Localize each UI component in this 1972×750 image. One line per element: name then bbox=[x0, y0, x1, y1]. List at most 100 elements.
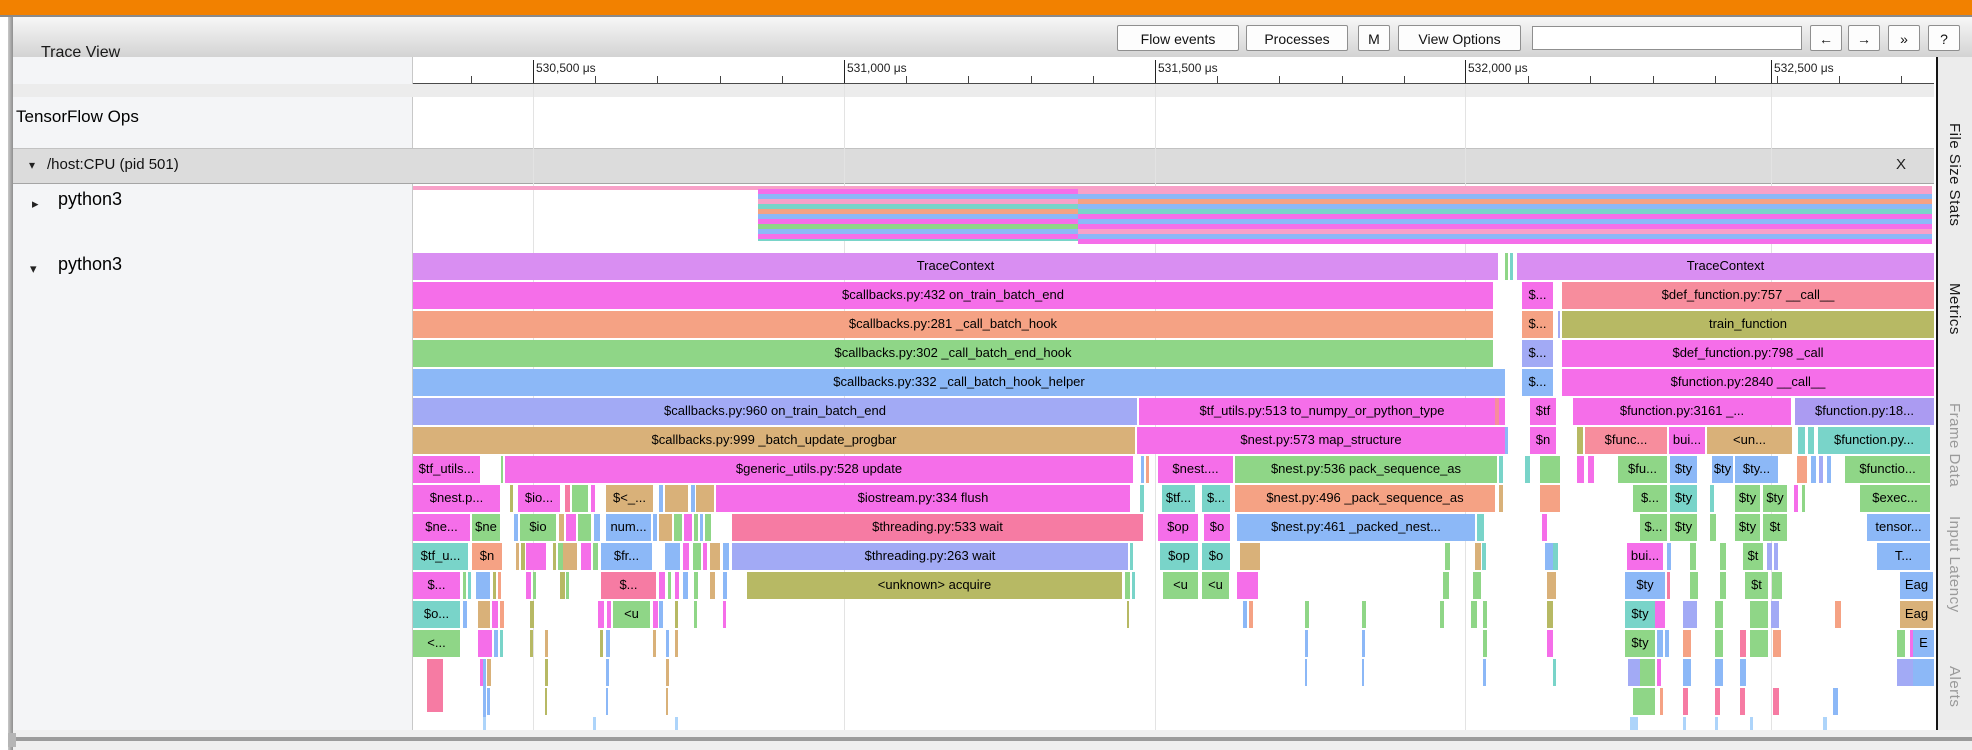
trace-event-block[interactable]: $ty bbox=[1625, 572, 1665, 599]
trace-event-sliver[interactable] bbox=[723, 572, 727, 599]
trace-event-sliver[interactable] bbox=[1499, 485, 1503, 512]
trace-event-block[interactable]: $threading.py:263 wait bbox=[732, 543, 1128, 570]
trace-event-block[interactable]: $nest.py:461 _packed_nest... bbox=[1237, 514, 1475, 541]
trace-event-sliver[interactable] bbox=[1690, 572, 1698, 599]
trace-event-sliver[interactable] bbox=[659, 601, 663, 628]
trace-event-block[interactable]: $ty bbox=[1670, 514, 1697, 541]
trace-event-block[interactable]: $... bbox=[1522, 369, 1553, 396]
trace-event-sliver[interactable] bbox=[723, 543, 729, 570]
trace-event-sliver[interactable] bbox=[510, 485, 513, 512]
trace-event-block[interactable]: $nest.py:536 pack_sequence_as bbox=[1235, 456, 1497, 483]
trace-event-sliver[interactable] bbox=[1835, 601, 1841, 628]
trace-event-sliver[interactable] bbox=[1794, 485, 1798, 512]
trace-event-sliver[interactable] bbox=[668, 572, 671, 599]
trace-event-sliver[interactable] bbox=[1720, 543, 1726, 570]
trace-event-sliver[interactable] bbox=[594, 514, 600, 541]
trace-event-sliver[interactable] bbox=[1540, 456, 1560, 483]
trace-event-sliver[interactable] bbox=[1772, 572, 1782, 599]
trace-event-sliver[interactable] bbox=[1445, 543, 1450, 570]
trace-event-sliver[interactable] bbox=[691, 485, 695, 512]
trace-event-sliver[interactable] bbox=[684, 514, 692, 541]
trace-event-block[interactable]: $callbacks.py:999 _batch_update_progbar bbox=[413, 427, 1135, 454]
trace-event-sliver[interactable] bbox=[1547, 630, 1553, 657]
trace-event-sliver[interactable] bbox=[1443, 572, 1449, 599]
trace-event-sliver[interactable] bbox=[1249, 601, 1253, 628]
trace-event-block[interactable]: $ty bbox=[1763, 485, 1787, 512]
trace-event-sliver[interactable] bbox=[545, 630, 548, 657]
trace-event-block[interactable]: $n bbox=[1530, 427, 1556, 454]
trace-event-sliver[interactable] bbox=[1482, 543, 1486, 570]
trace-event-block[interactable]: $tf_utils... bbox=[413, 456, 480, 483]
trace-event-block[interactable]: <u bbox=[613, 601, 650, 628]
trace-event-sliver[interactable] bbox=[1665, 630, 1669, 657]
trace-event-block[interactable]: $ty bbox=[1625, 630, 1655, 657]
trace-event-sliver[interactable] bbox=[696, 485, 714, 512]
trace-event-sliver[interactable] bbox=[1819, 456, 1823, 483]
trace-event-sliver[interactable] bbox=[593, 543, 598, 570]
trace-event-block[interactable]: $o bbox=[1202, 543, 1230, 570]
trace-event-block[interactable]: $threading.py:533 wait bbox=[732, 514, 1143, 541]
trace-event-sliver[interactable] bbox=[566, 514, 576, 541]
trace-event-sliver[interactable] bbox=[674, 514, 682, 541]
trace-event-sliver[interactable] bbox=[581, 543, 591, 570]
trace-event-sliver[interactable] bbox=[659, 485, 663, 512]
trace-event-block[interactable]: $fr... bbox=[601, 543, 652, 570]
trace-event-block[interactable]: $... bbox=[1522, 282, 1553, 309]
trace-event-sliver[interactable] bbox=[1132, 572, 1135, 599]
trace-event-sliver[interactable] bbox=[1715, 688, 1720, 715]
trace-event-sliver[interactable] bbox=[1499, 456, 1503, 483]
trace-event-sliver[interactable] bbox=[1558, 311, 1560, 338]
trace-event-sliver[interactable] bbox=[606, 659, 609, 686]
trace-event-block[interactable]: $tf bbox=[1530, 398, 1556, 425]
trace-event-sliver[interactable] bbox=[710, 572, 715, 599]
trace-event-sliver[interactable] bbox=[1720, 572, 1726, 599]
trace-event-block[interactable]: $o bbox=[1204, 514, 1230, 541]
trace-event-sliver[interactable] bbox=[492, 601, 498, 628]
trace-event-sliver[interactable] bbox=[1471, 601, 1477, 628]
trace-event-sliver[interactable] bbox=[1127, 601, 1129, 628]
trace-event-sliver[interactable] bbox=[427, 659, 443, 712]
trace-event-sliver[interactable] bbox=[598, 601, 604, 628]
trace-event-block[interactable]: bui... bbox=[1627, 543, 1663, 570]
trace-event-sliver[interactable] bbox=[1483, 601, 1487, 628]
trace-event-block[interactable]: $... bbox=[413, 572, 460, 599]
trace-event-sliver[interactable] bbox=[659, 514, 672, 541]
trace-event-sliver[interactable] bbox=[1362, 630, 1365, 657]
trace-event-sliver[interactable] bbox=[683, 543, 689, 570]
trace-event-block[interactable]: T... bbox=[1877, 543, 1930, 570]
trace-event-sliver[interactable] bbox=[1797, 456, 1807, 483]
trace-event-sliver[interactable] bbox=[1475, 543, 1481, 570]
search-input[interactable] bbox=[1532, 26, 1802, 50]
tab-input-latency[interactable]: Input Latency bbox=[1946, 516, 1963, 613]
trace-event-sliver[interactable] bbox=[1547, 601, 1553, 628]
trace-event-sliver[interactable] bbox=[1640, 659, 1655, 686]
trace-event-sliver[interactable] bbox=[1483, 630, 1487, 657]
trace-event-block[interactable]: $functio... bbox=[1845, 456, 1930, 483]
trace-event-block[interactable]: $generic_utils.py:528 update bbox=[505, 456, 1133, 483]
trace-event-sliver[interactable] bbox=[1715, 717, 1718, 730]
trace-event-sliver[interactable] bbox=[1473, 572, 1481, 599]
trace-event-block[interactable]: $callbacks.py:960 on_train_batch_end bbox=[413, 398, 1137, 425]
processes-button[interactable]: Processes bbox=[1246, 25, 1348, 51]
trace-event-sliver[interactable] bbox=[494, 630, 498, 657]
trace-event-block[interactable]: <... bbox=[413, 630, 460, 657]
trace-event-sliver[interactable] bbox=[1798, 427, 1805, 454]
trace-event-sliver[interactable] bbox=[1547, 572, 1556, 599]
trace-event-sliver[interactable] bbox=[478, 601, 490, 628]
trace-event-sliver[interactable] bbox=[1683, 659, 1691, 686]
trace-event-sliver[interactable] bbox=[1237, 572, 1258, 599]
trace-event-sliver[interactable] bbox=[1633, 688, 1655, 715]
trace-event-sliver[interactable] bbox=[559, 514, 564, 541]
trace-event-sliver[interactable] bbox=[1525, 456, 1530, 483]
trace-event-sliver[interactable] bbox=[530, 630, 533, 657]
trace-event-block[interactable]: $ne... bbox=[413, 514, 470, 541]
trace-event-block[interactable]: $op bbox=[1160, 543, 1198, 570]
trace-event-sliver[interactable] bbox=[600, 630, 603, 657]
trace-event-block[interactable]: $fu... bbox=[1618, 456, 1667, 483]
trace-event-sliver[interactable] bbox=[533, 572, 536, 599]
trace-event-block[interactable]: $def_function.py:798 _call bbox=[1562, 340, 1934, 367]
trace-event-sliver[interactable] bbox=[478, 630, 492, 657]
more-button[interactable]: » bbox=[1888, 25, 1920, 51]
trace-event-block[interactable]: $ty bbox=[1670, 485, 1697, 512]
trace-event-sliver[interactable] bbox=[1811, 456, 1816, 483]
